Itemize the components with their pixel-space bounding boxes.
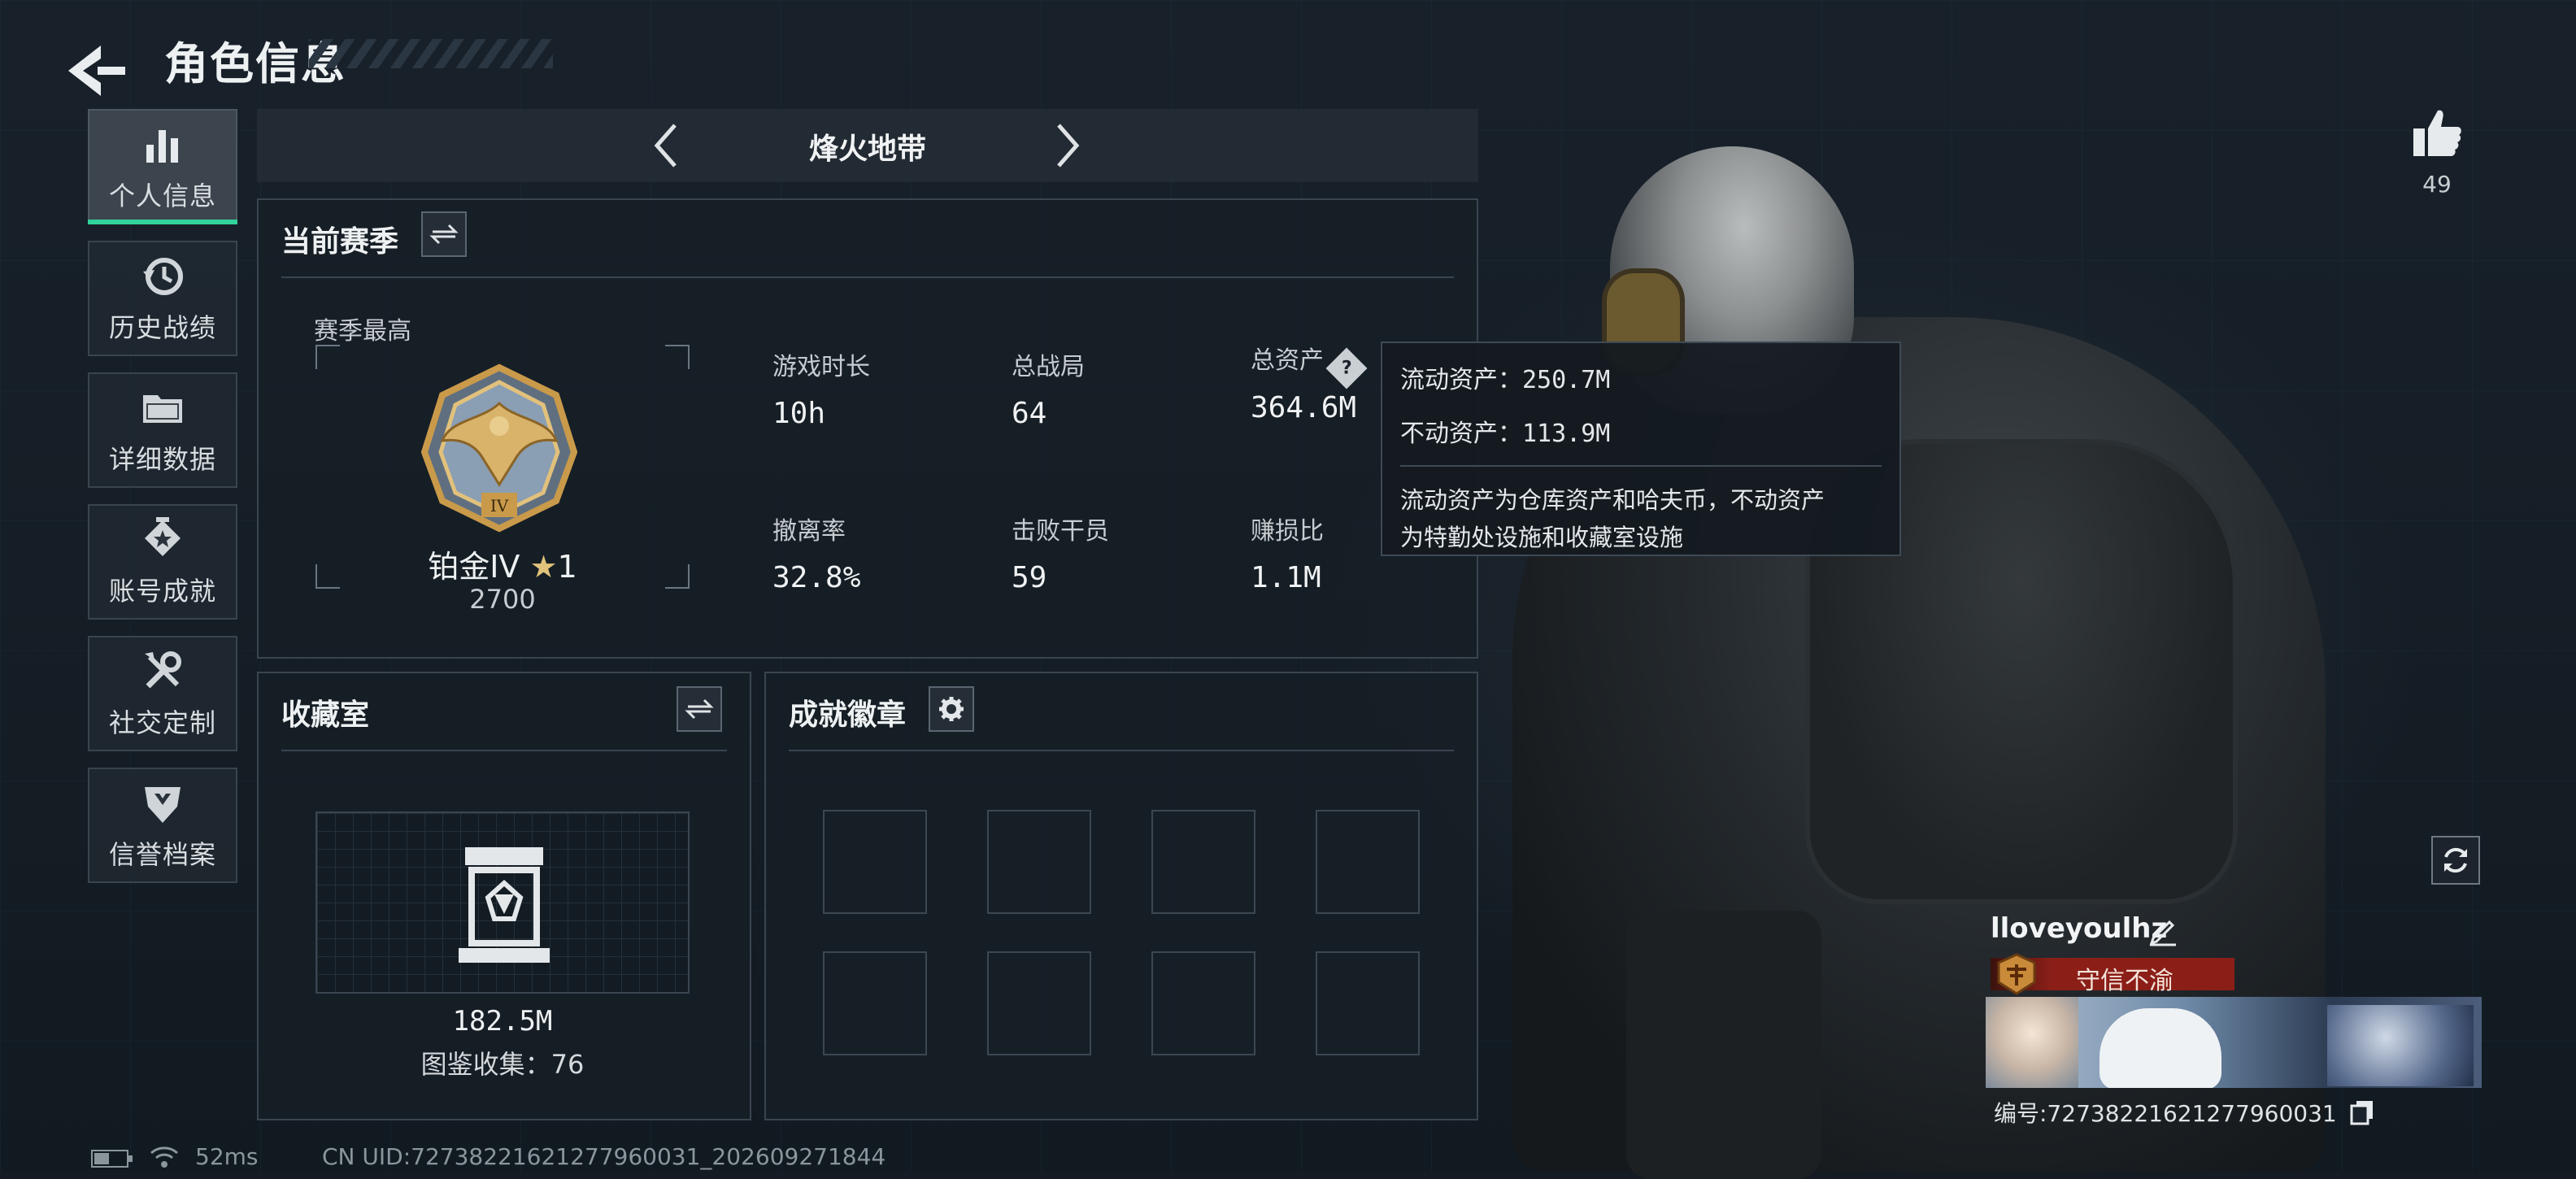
mode-title: 烽火地带 bbox=[808, 133, 926, 166]
tools-icon bbox=[145, 651, 181, 689]
chevron-right-icon[interactable] bbox=[1038, 117, 1094, 174]
ping-readout: 52ms bbox=[195, 1143, 259, 1170]
badge-slot[interactable] bbox=[1151, 951, 1255, 1055]
divider bbox=[789, 750, 1454, 751]
collection-panel: 收藏室 182.5M 图鉴收集：76 bbox=[257, 672, 751, 1120]
season-best-label: 赛季最高 bbox=[314, 317, 411, 346]
collection-value: 182.5M bbox=[452, 1005, 553, 1038]
nav-social-custom[interactable]: 社交定制 bbox=[88, 636, 237, 751]
switch-collection-button[interactable] bbox=[677, 686, 722, 732]
stat-total-matches: 总战局 64 bbox=[1012, 353, 1085, 430]
gear-icon bbox=[939, 697, 964, 721]
assets-tooltip: 流动资产：250.7M 不动资产：113.9M 流动资产为仓库资产和哈夫币，不动… bbox=[1381, 342, 1901, 556]
nav-credit-record[interactable]: 信誉档案 bbox=[88, 768, 237, 883]
back-arrow-icon[interactable] bbox=[50, 34, 132, 107]
shield-icon bbox=[145, 787, 181, 823]
badge-slot[interactable] bbox=[823, 951, 927, 1055]
star-icon: ★ bbox=[529, 549, 558, 585]
banner-avatar bbox=[1986, 997, 2078, 1088]
wifi-icon bbox=[150, 1146, 178, 1168]
banner-character bbox=[2327, 1005, 2474, 1086]
svg-text:IV: IV bbox=[490, 496, 509, 516]
player-title-badge[interactable]: 守信不渝 bbox=[1991, 953, 2234, 995]
platinum-rank-emblem-icon: IV bbox=[420, 363, 578, 533]
stat-operators-defeated: 击败干员 59 bbox=[1012, 517, 1109, 594]
refresh-button[interactable] bbox=[2431, 836, 2480, 885]
fixed-assets: 不动资产：113.9M bbox=[1400, 420, 1611, 448]
nav-history[interactable]: 历史战绩 bbox=[88, 241, 237, 356]
battery-icon bbox=[91, 1150, 133, 1168]
badge-slot[interactable] bbox=[1316, 951, 1420, 1055]
nav-label: 账号成就 bbox=[108, 576, 216, 607]
collection-display[interactable] bbox=[315, 811, 690, 994]
title-badge-text: 守信不渝 bbox=[2076, 967, 2174, 995]
nav-label: 详细数据 bbox=[108, 444, 216, 475]
nav-achievements[interactable]: 账号成就 bbox=[88, 504, 237, 620]
badges-panel: 成就徽章 bbox=[764, 672, 1478, 1120]
collection-title: 收藏室 bbox=[281, 698, 370, 732]
rank-name: 铂金IV ★1 bbox=[428, 549, 577, 585]
help-icon[interactable]: ? bbox=[1325, 347, 1368, 389]
stat-profit-loss: 赚损比 1.1M bbox=[1251, 517, 1324, 594]
badge-slot[interactable] bbox=[987, 951, 1091, 1055]
divider bbox=[1400, 465, 1882, 467]
assets-description: 流动资产为仓库资产和哈夫币，不动资产 为特勤处设施和收藏室设施 bbox=[1400, 486, 1825, 551]
folder-icon bbox=[143, 395, 182, 423]
stat-play-time: 游戏时长 10h bbox=[772, 353, 870, 430]
banner-mascot bbox=[2100, 1008, 2221, 1088]
collection-count: 图鉴收集：76 bbox=[420, 1049, 585, 1080]
nav-label: 信誉档案 bbox=[108, 839, 216, 870]
nav-label: 历史战绩 bbox=[108, 312, 216, 343]
stat-total-assets: 总资产? 364.6M bbox=[1251, 340, 1368, 424]
mode-selector: 烽火地带 bbox=[257, 109, 1478, 182]
divider bbox=[281, 276, 1454, 278]
badges-title: 成就徽章 bbox=[789, 698, 907, 732]
switch-season-button[interactable] bbox=[421, 211, 467, 257]
badge-slot[interactable] bbox=[1151, 810, 1255, 914]
player-id: 编号:7273822162127796003​1 bbox=[1994, 1100, 2337, 1127]
nav-personal-info[interactable]: 个人信息 bbox=[88, 109, 237, 224]
badge-slot[interactable] bbox=[1316, 810, 1420, 914]
side-nav: 个人信息 历史战绩 详细数据 账号成就 社交定制 信誉档案 bbox=[88, 109, 237, 899]
player-name: lloveyoulhz bbox=[1991, 912, 2168, 945]
display-case-icon bbox=[459, 847, 550, 963]
badges-settings-button[interactable] bbox=[929, 686, 974, 732]
bar-chart-icon bbox=[146, 130, 178, 163]
copy-icon[interactable] bbox=[2348, 1098, 2376, 1125]
stat-extract-rate: 撤离率 32.8% bbox=[772, 517, 861, 594]
history-icon bbox=[143, 258, 183, 295]
divider bbox=[281, 750, 727, 751]
swap-icon bbox=[429, 224, 459, 245]
thumbs-up-icon[interactable] bbox=[2408, 104, 2465, 161]
edit-pencil-icon[interactable] bbox=[2147, 914, 2179, 946]
refresh-icon bbox=[2444, 847, 2467, 873]
nav-detail-data[interactable]: 详细数据 bbox=[88, 372, 237, 488]
achievement-icon bbox=[145, 517, 181, 556]
badge-slot[interactable] bbox=[987, 810, 1091, 914]
badge-slot[interactable] bbox=[823, 810, 927, 914]
title-decoration bbox=[309, 39, 553, 68]
cn-uid: CN UID:727382216212779600​31_20260927184… bbox=[322, 1143, 886, 1170]
swap-icon bbox=[685, 698, 714, 720]
profile-banner[interactable] bbox=[1986, 997, 2482, 1088]
rank-score: 2700 bbox=[469, 584, 536, 615]
nav-label: 社交定制 bbox=[108, 707, 216, 738]
season-panel: 当前赛季 赛季最高 IV 铂金IV ★1 2700 游戏时长 10h 总战局 64 … bbox=[257, 198, 1478, 659]
like-count: 49 bbox=[2422, 171, 2452, 198]
liquid-assets: 流动资产：250.7M bbox=[1400, 366, 1611, 394]
season-title: 当前赛季 bbox=[281, 225, 399, 259]
nav-label: 个人信息 bbox=[108, 181, 216, 211]
